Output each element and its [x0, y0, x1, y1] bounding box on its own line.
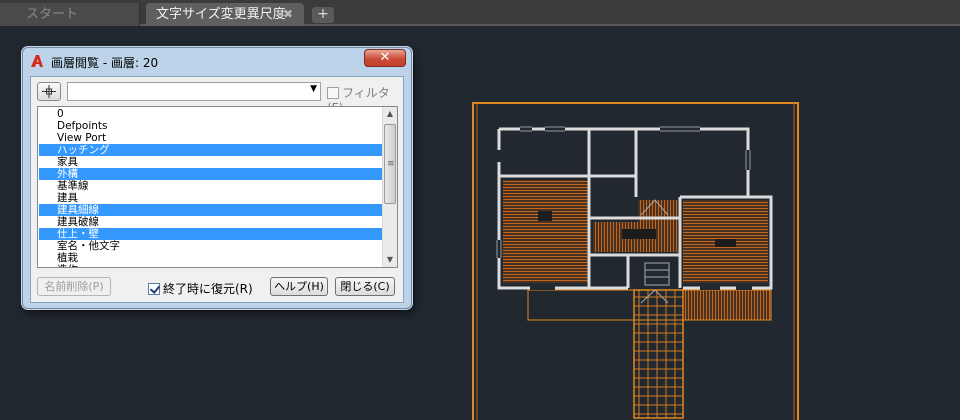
layer-pick-button[interactable]	[37, 82, 61, 101]
hatched-room-left	[503, 180, 588, 283]
scroll-up-icon[interactable]: ▲	[383, 107, 397, 121]
filter-checkbox[interactable]	[327, 87, 339, 99]
dialog-body: ▼ フィルタ(F) 0DefpointsView Portハッチング家具外構基準…	[30, 76, 404, 303]
layer-item[interactable]: 室名・他文字	[39, 240, 384, 252]
scroll-thumb[interactable]: ≡	[384, 124, 396, 204]
tab-start-label: スタート	[26, 7, 79, 22]
tab-drawing-label: 文字サイズ変更異尺度	[156, 7, 286, 22]
layer-item[interactable]: 基準線	[39, 180, 384, 192]
layer-item[interactable]: 外構	[39, 168, 384, 180]
dialog-titlebar[interactable]: 画層閲覧 - 画層: 20 ✕	[23, 48, 411, 76]
layer-item[interactable]: 建具破線	[39, 216, 384, 228]
layer-item[interactable]: 建具細線	[39, 204, 384, 216]
delete-name-button[interactable]: 名前削除(P)	[37, 277, 111, 296]
restore-checkbox[interactable]	[148, 283, 160, 295]
layer-item[interactable]: 造作	[39, 264, 384, 267]
help-button[interactable]: ヘルプ(H)	[270, 277, 328, 296]
layer-list[interactable]: 0 Defpoints View Port ハッチング 家具 外構 基準線 建具 建具細線 建具破…	[37, 106, 398, 268]
close-button[interactable]: 閉じる(C)	[335, 277, 395, 296]
layer-item[interactable]: 家具	[39, 156, 384, 168]
layer-item[interactable]: View Port	[39, 132, 384, 144]
hatched-deck	[683, 290, 771, 320]
chevron-down-icon[interactable]: ▼	[310, 84, 317, 94]
layer-item[interactable]: Defpoints	[39, 120, 384, 132]
layer-item[interactable]: 植栽	[39, 252, 384, 264]
layer-item[interactable]: ハッチング	[39, 144, 384, 156]
restore-on-exit-option[interactable]: 終了時に復元(R)	[148, 280, 253, 297]
layer-item[interactable]: 仕上・壁	[39, 228, 384, 240]
file-tab-bar: スタート 文字サイズ変更異尺度 ✖ +	[0, 0, 960, 26]
scroll-down-icon[interactable]: ▼	[383, 253, 397, 267]
layer-browser-dialog: 画層閲覧 - 画層: 20 ✕ ▼ フィルタ(F) 0DefpointsView…	[22, 47, 412, 309]
dialog-title: 画層閲覧 - 画層: 20	[51, 56, 159, 70]
autocad-a-icon	[31, 55, 43, 67]
layer-item[interactable]: 建具	[39, 192, 384, 204]
dialog-close-button[interactable]: ✕	[364, 49, 406, 67]
scroll-grip-icon: ≡	[387, 159, 395, 169]
layer-item[interactable]: 0	[39, 108, 384, 120]
new-tab-button[interactable]: +	[312, 7, 334, 23]
entrance-grid	[633, 289, 684, 419]
tab-close-icon[interactable]: ✖	[283, 3, 293, 26]
layer-filter-combo[interactable]: ▼	[67, 82, 321, 101]
layer-pick-icon	[42, 85, 56, 98]
tab-start[interactable]: スタート	[0, 3, 140, 26]
restore-label: 終了時に復元(R)	[163, 282, 253, 296]
layer-list-scrollbar[interactable]: ▲ ≡ ▼	[382, 107, 397, 267]
tab-drawing[interactable]: 文字サイズ変更異尺度 ✖	[146, 3, 304, 26]
